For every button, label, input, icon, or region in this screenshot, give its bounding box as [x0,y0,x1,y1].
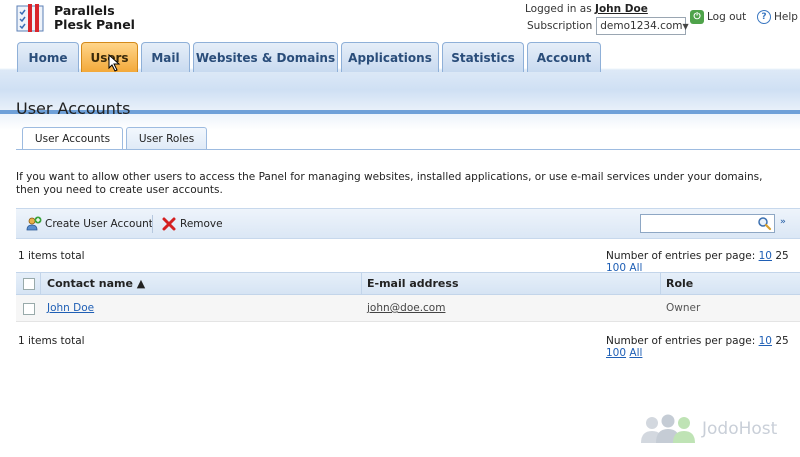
search-icon [757,216,772,231]
page-title: User Accounts [16,99,131,118]
items-total-top: 1 items total [18,250,85,262]
mouse-cursor-icon [108,53,122,72]
subtab-label: User Roles [138,133,195,145]
tab-label: Home [28,50,68,65]
chevron-down-icon: ▼ [682,21,689,31]
tab-label: Statistics [451,50,515,65]
tab-applications[interactable]: Applications [341,42,439,72]
column-separator [40,273,41,295]
tab-label: Websites & Domains [195,50,336,65]
logout-link[interactable]: ⏻ Log out [690,10,746,24]
watermark-people-icon [641,414,695,443]
per-page-all-link[interactable]: All [629,347,642,359]
subtab-user-accounts[interactable]: User Accounts [22,127,123,150]
per-page-10-link[interactable]: 10 [759,335,772,347]
parallels-logo-icon [16,3,48,33]
tab-websites-domains[interactable]: Websites & Domains [193,42,338,72]
login-info: Logged in as John Doe [525,3,648,15]
plesk-logo[interactable]: Parallels Plesk Panel [16,3,135,33]
expand-search-icon[interactable]: » [780,217,786,227]
subscription-label: Subscription [527,20,593,32]
entries-per-page-top: Number of entries per page: 10 25 100 Al… [606,250,800,274]
remove-icon [161,216,177,232]
email-address[interactable]: john@doe.com [367,302,445,314]
per-page-100-link[interactable]: 100 [606,347,626,359]
subtab-user-roles[interactable]: User Roles [126,127,207,150]
per-page-label: Number of entries per page: [606,250,756,262]
brand-line2: Plesk Panel [54,17,135,32]
remove-label: Remove [180,218,223,230]
watermark-text: JodoHost [702,419,778,439]
watermark: JodoHost [640,413,777,445]
page-description: If you want to allow other users to acce… [16,171,763,196]
subscription-dropdown[interactable]: demo1234.com ▼ [596,17,689,35]
row-checkbox[interactable] [23,303,35,315]
logout-label: Log out [707,11,747,23]
logout-icon: ⏻ [690,10,704,24]
column-header-email[interactable]: E-mail address [367,277,459,290]
column-separator [660,273,661,295]
subscription-value: demo1234.com [600,20,683,32]
tab-label: Applications [348,50,432,65]
help-icon: ? [757,10,771,24]
per-page-label: Number of entries per page: [606,335,756,347]
subtab-divider [16,149,800,150]
tab-home[interactable]: Home [17,42,79,72]
column-header-role[interactable]: Role [666,277,693,290]
help-link[interactable]: ? Help [757,10,798,24]
list-toolbar: Create User Account Remove » [16,208,800,239]
add-user-icon [26,216,42,232]
table-row: John Doe john@doe.com Owner [16,295,800,322]
tab-label: Mail [151,50,180,65]
current-user-link[interactable]: John Doe [595,3,648,15]
remove-button[interactable]: Remove [161,216,223,232]
tab-mail[interactable]: Mail [141,42,190,72]
role-value: Owner [666,302,701,314]
per-page-25-current: 25 [775,250,789,262]
logged-in-prefix: Logged in as [525,3,592,15]
create-user-account-button[interactable]: Create User Account [26,216,153,232]
tab-statistics[interactable]: Statistics [442,42,524,72]
contact-name-link[interactable]: John Doe [47,302,94,314]
tab-account[interactable]: Account [527,42,601,72]
subscription-selector: Subscription demo1234.com ▼ [527,17,689,35]
table-header: Contact name ▲ E-mail address Role [16,272,800,295]
brand-line1: Parallels [54,3,115,18]
tab-label: Account [536,50,592,65]
per-page-25-current: 25 [775,335,789,347]
help-label: Help [774,11,798,23]
entries-per-page-bottom: Number of entries per page: 10 25 100 Al… [606,335,800,359]
column-header-contact-name[interactable]: Contact name ▲ [47,277,145,290]
toolbar-separator [152,215,153,233]
search-input[interactable] [640,214,775,233]
subtab-label: User Accounts [34,133,111,145]
create-user-account-label: Create User Account [45,218,153,230]
per-page-10-link[interactable]: 10 [759,250,772,262]
items-total-bottom: 1 items total [18,335,85,347]
top-header: Parallels Plesk Panel Logged in as John … [0,0,800,40]
column-separator [361,273,362,295]
select-all-checkbox[interactable] [23,278,35,290]
